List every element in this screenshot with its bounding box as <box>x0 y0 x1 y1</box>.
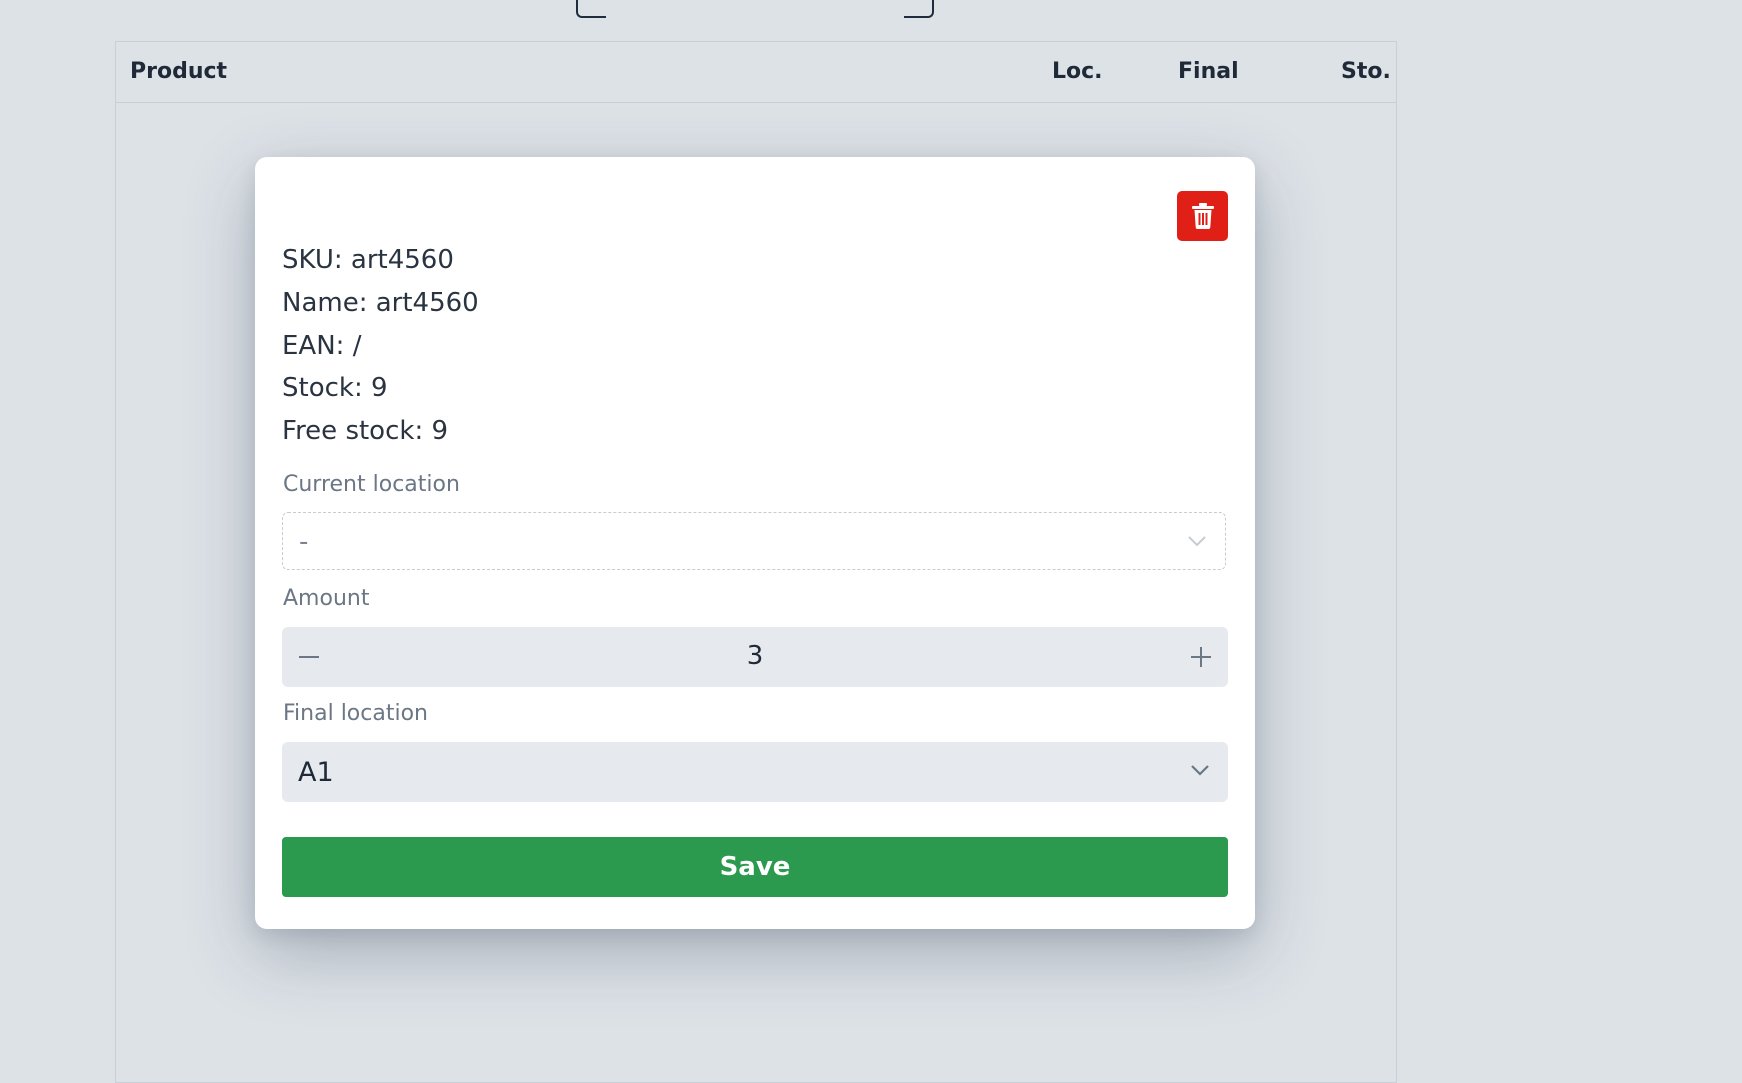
chevron-down-icon <box>1188 536 1206 547</box>
final-location-value: A1 <box>298 757 334 788</box>
save-button[interactable]: Save <box>282 837 1228 897</box>
delete-button[interactable] <box>1177 191 1228 241</box>
trash-icon <box>1191 203 1214 229</box>
table-header: Product Loc. Final Sto. <box>116 42 1396 103</box>
column-header-final[interactable]: Final <box>1178 59 1239 84</box>
scanner-frame-corner-right <box>904 0 934 18</box>
column-header-location[interactable]: Loc. <box>1052 59 1103 84</box>
amount-label: Amount <box>283 586 370 611</box>
plus-icon <box>1191 647 1211 667</box>
sku-text: SKU: art4560 <box>282 245 454 275</box>
column-header-product[interactable]: Product <box>130 59 227 84</box>
scanner-frame-corner-left <box>576 0 606 18</box>
free-stock-text: Free stock: 9 <box>282 416 449 446</box>
product-edit-modal: SKU: art4560 Name: art4560 EAN: / Stock:… <box>255 157 1255 929</box>
current-location-value: - <box>299 527 309 557</box>
name-text: Name: art4560 <box>282 288 479 318</box>
current-location-select: - <box>282 512 1226 570</box>
final-location-label: Final location <box>283 701 428 726</box>
final-location-select[interactable]: A1 <box>282 742 1228 802</box>
chevron-down-icon <box>1191 765 1209 776</box>
current-location-label: Current location <box>283 472 460 497</box>
column-header-stock[interactable]: Sto. <box>1341 59 1391 84</box>
amount-stepper: 3 <box>282 627 1228 687</box>
amount-value[interactable]: 3 <box>282 641 1228 671</box>
increment-button[interactable] <box>1176 627 1226 687</box>
ean-text: EAN: / <box>282 331 362 361</box>
stock-text: Stock: 9 <box>282 373 388 403</box>
